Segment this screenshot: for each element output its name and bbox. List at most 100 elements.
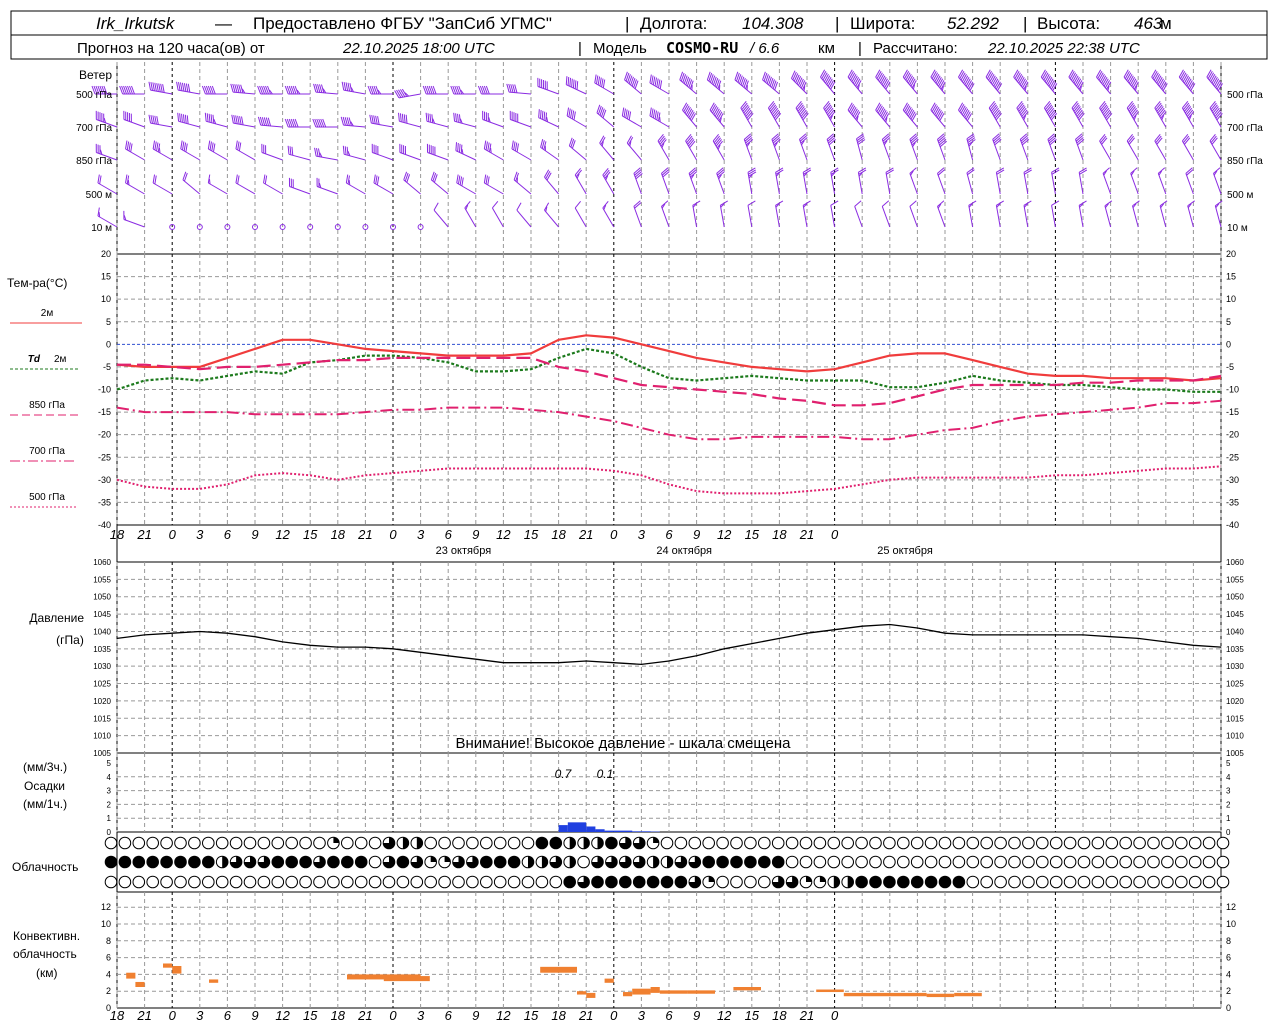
wind-barb-staff [454,120,476,128]
wind-barb-staff [937,173,946,195]
wind-barb-flag [879,107,885,115]
conv-tick-left: 10 [101,919,111,929]
cloud-circle [1147,855,1160,869]
wind-barb-flag [826,77,832,85]
wind-barb-flag [988,72,994,81]
cloud-circle [285,836,299,850]
wind-barb-flag [239,116,242,125]
wind-barb-flag [458,114,461,123]
wind-barb-flag [1101,75,1107,84]
wind-barb-flag [997,83,1003,92]
cloud-full [883,876,896,888]
precip-bar [567,822,577,832]
cloud-circle [174,875,187,889]
wind-barb-flag [623,108,626,118]
conv-bar [632,988,651,995]
wind-barb-flag [847,102,853,111]
cloud-full [327,856,340,868]
wind-barb-staff [260,124,283,128]
wind-barb-flag [233,115,236,124]
wind-barb-flag [712,105,718,114]
wind-barb-flag [934,107,940,115]
conv-tick-left: 8 [106,936,111,946]
wind-barb-staff [1099,140,1112,161]
wind-barb-flag [573,111,576,121]
cloud-circle [132,836,146,850]
wind-barb-flag [853,77,860,85]
conv-bar [163,963,173,968]
wind-barb-staff [123,219,145,228]
wind-barb-flag [1128,75,1134,84]
wind-barb-flag [748,171,757,177]
cloud-circle [869,855,882,869]
wind-barb-staff [775,205,780,228]
precip-unit3: (мм/3ч.) [23,760,67,774]
wind-barb-flag [848,70,854,79]
cloud-circle [1036,875,1049,889]
wind-barb-staff [544,176,559,195]
wind-level-left: 500 гПа [76,90,112,101]
wind-barb-flag [875,102,881,111]
cloud-circle [1091,836,1105,850]
wind-barb-staff [1051,205,1056,228]
cloud-half [416,837,423,849]
wind-barb-flag [483,174,487,184]
wind-barb-flag [909,110,915,118]
cloud-circle [466,875,479,889]
wind-barb-flag [264,175,268,185]
wind-barb-staff [992,139,1001,161]
conv-tick-left: 4 [106,969,111,979]
wind-barb-flag [568,108,571,118]
wind-barb-staff [344,153,366,161]
cloud-full [341,856,354,868]
cloud-full [744,856,757,868]
cloud-circle [493,836,507,850]
wind-barb-staff [208,182,228,195]
temp-tick-left: -35 [98,497,111,507]
wind-barb-flag [875,69,881,78]
cloud-circle [980,855,994,869]
hour-tick: 15 [524,1008,539,1023]
wind-barb-flag [152,115,155,124]
wind-barb-flag [373,115,376,124]
cloud-full [633,876,645,888]
wind-barb-flag [570,109,573,119]
wind-barb-staff [516,209,532,228]
precip-bar [623,830,633,832]
cloud-half [847,876,854,888]
cloud-full [869,876,882,888]
cloud-full [272,856,284,868]
wind-barb-flag [1180,70,1186,79]
wind-barb-flag [457,113,459,123]
wind-barb-flag [376,176,380,186]
wind-barb-flag [237,115,240,125]
hour-tick: 0 [169,527,177,542]
wind-barb-flag [1190,83,1196,92]
cloud-circle [1202,875,1216,889]
wind-barb-flag [656,78,659,88]
wind-barb-flag [597,76,601,86]
wind-barb-flag [1212,77,1218,85]
wind-barb-staff [909,206,918,228]
wind-barb-flag [574,201,582,209]
cloud-circle [1077,855,1091,869]
press-tick-left: 1010 [93,732,111,741]
cloud-circle [924,836,938,850]
hour-tick: 0 [610,527,618,542]
wind-barb-staff [208,148,228,161]
cloud-circle [1119,855,1132,869]
wind-barb-flag [152,82,155,91]
wind-barb-flag [543,111,546,121]
wind-barb-flag [1044,74,1050,82]
cloud-circle [966,836,980,850]
wind-barb-flag [902,102,908,111]
wind-barb-flag [654,77,657,87]
wind-barb-flag [571,110,575,120]
wind-barb-flag [851,74,857,82]
wind-barb-flag [458,143,461,153]
wind-barb-staff [566,84,587,95]
wind-barb-flag [628,111,632,121]
wind-barb-flag [343,82,347,91]
cloud-circle [299,875,312,889]
wind-barb-staff [399,120,421,128]
